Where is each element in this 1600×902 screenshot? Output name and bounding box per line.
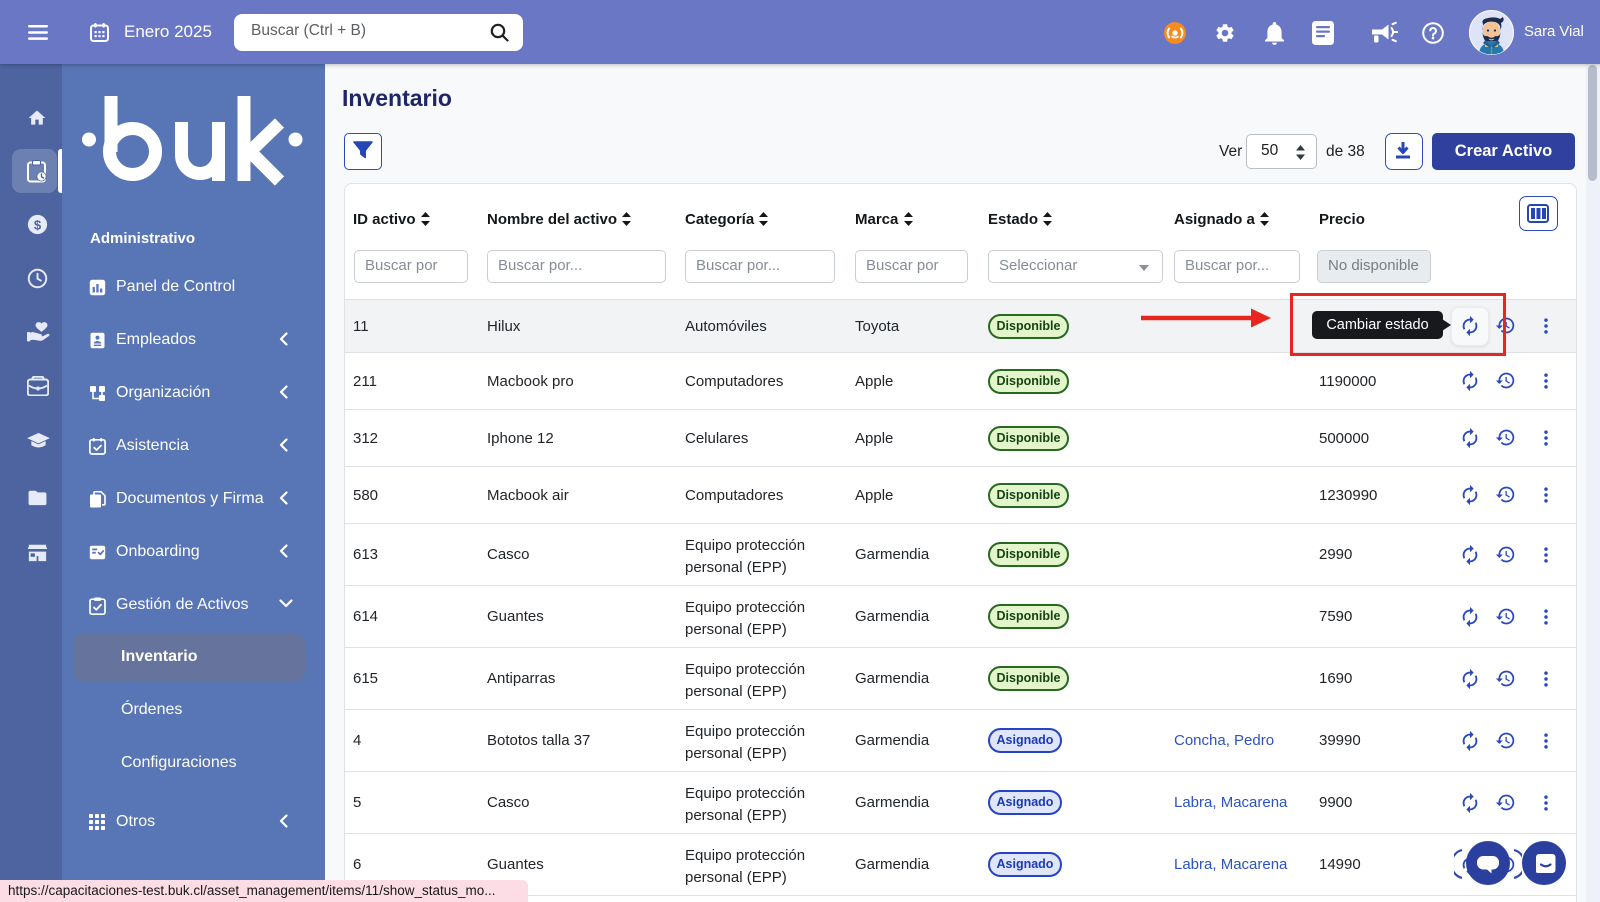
svg-text:$: $ xyxy=(34,217,42,232)
